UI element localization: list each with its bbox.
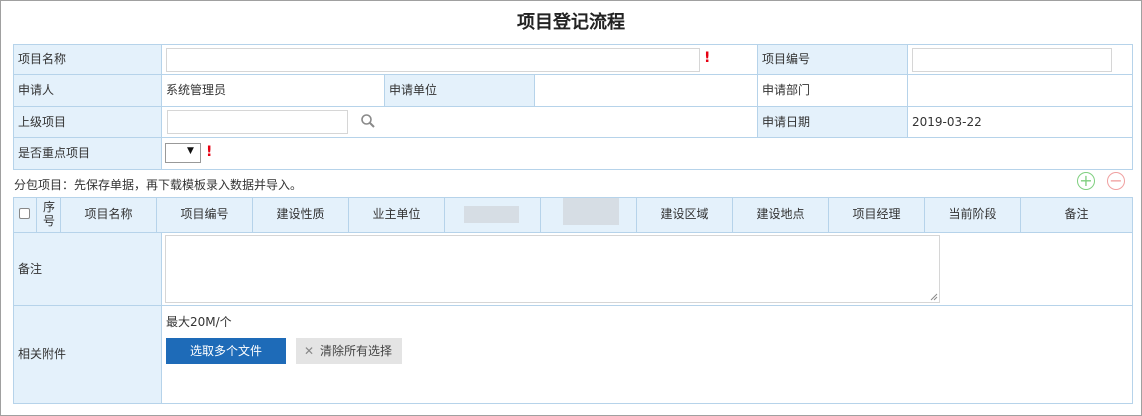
subpackage-note: 分包项目：先保存单据，再下载模板录入数据并导入。 (14, 178, 303, 192)
applicant-value: 系统管理员 (161, 74, 385, 107)
col-redacted-1 (445, 198, 541, 232)
col-construction-nature: 建设性质 (253, 198, 349, 232)
resize-handle-icon[interactable] (930, 293, 938, 301)
col-project-name: 项目名称 (61, 198, 157, 232)
select-files-button[interactable]: 选取多个文件 (166, 338, 286, 364)
add-row-icon[interactable]: + (1077, 172, 1095, 190)
apply-unit-label: 申请单位 (384, 74, 535, 107)
key-project-select[interactable]: ▼ (165, 143, 201, 163)
col-index: 序号 (37, 198, 61, 232)
project-no-input[interactable] (912, 48, 1112, 72)
attachments-label: 相关附件 (13, 305, 162, 404)
col-remarks: 备注 (1021, 198, 1132, 232)
col-project-manager: 项目经理 (829, 198, 925, 232)
col-index-label: 序号 (42, 200, 55, 228)
col-construction-area: 建设区域 (637, 198, 733, 232)
close-icon: ✕ (304, 344, 315, 358)
clear-selection-button[interactable]: ✕ 清除所有选择 (296, 338, 402, 364)
attachment-limit: 最大20M/个 (166, 315, 232, 329)
col-current-stage: 当前阶段 (925, 198, 1021, 232)
apply-date-value: 2019-03-22 (907, 106, 1133, 138)
select-all-cell (14, 198, 37, 232)
col-redacted-2 (541, 198, 637, 232)
key-project-required-mark: ! (206, 144, 213, 160)
remarks-label: 备注 (13, 232, 162, 306)
project-name-input[interactable] (166, 48, 700, 72)
search-icon[interactable] (360, 113, 376, 129)
key-project-label: 是否重点项目 (13, 137, 162, 170)
project-name-label: 项目名称 (13, 44, 162, 75)
required-mark: ! (704, 50, 711, 66)
remarks-textarea[interactable] (165, 235, 940, 303)
select-all-checkbox[interactable] (19, 208, 30, 219)
col-project-no: 项目编号 (157, 198, 253, 232)
apply-unit-value[interactable] (534, 74, 758, 107)
col-owner-unit: 业主单位 (349, 198, 445, 232)
chevron-down-icon: ▼ (187, 146, 194, 156)
key-project-cell (161, 137, 1133, 170)
apply-dept-label: 申请部门 (757, 74, 908, 107)
parent-project-input[interactable] (167, 110, 348, 134)
applicant-label: 申请人 (13, 74, 162, 107)
apply-dept-value[interactable] (907, 74, 1133, 107)
clear-selection-label: 清除所有选择 (320, 344, 393, 358)
project-no-label: 项目编号 (757, 44, 908, 75)
page-title: 项目登记流程 (517, 12, 625, 33)
parent-project-label: 上级项目 (13, 106, 162, 138)
remove-row-icon[interactable]: − (1107, 172, 1125, 190)
col-construction-site: 建设地点 (733, 198, 829, 232)
apply-date-label: 申请日期 (757, 106, 908, 138)
